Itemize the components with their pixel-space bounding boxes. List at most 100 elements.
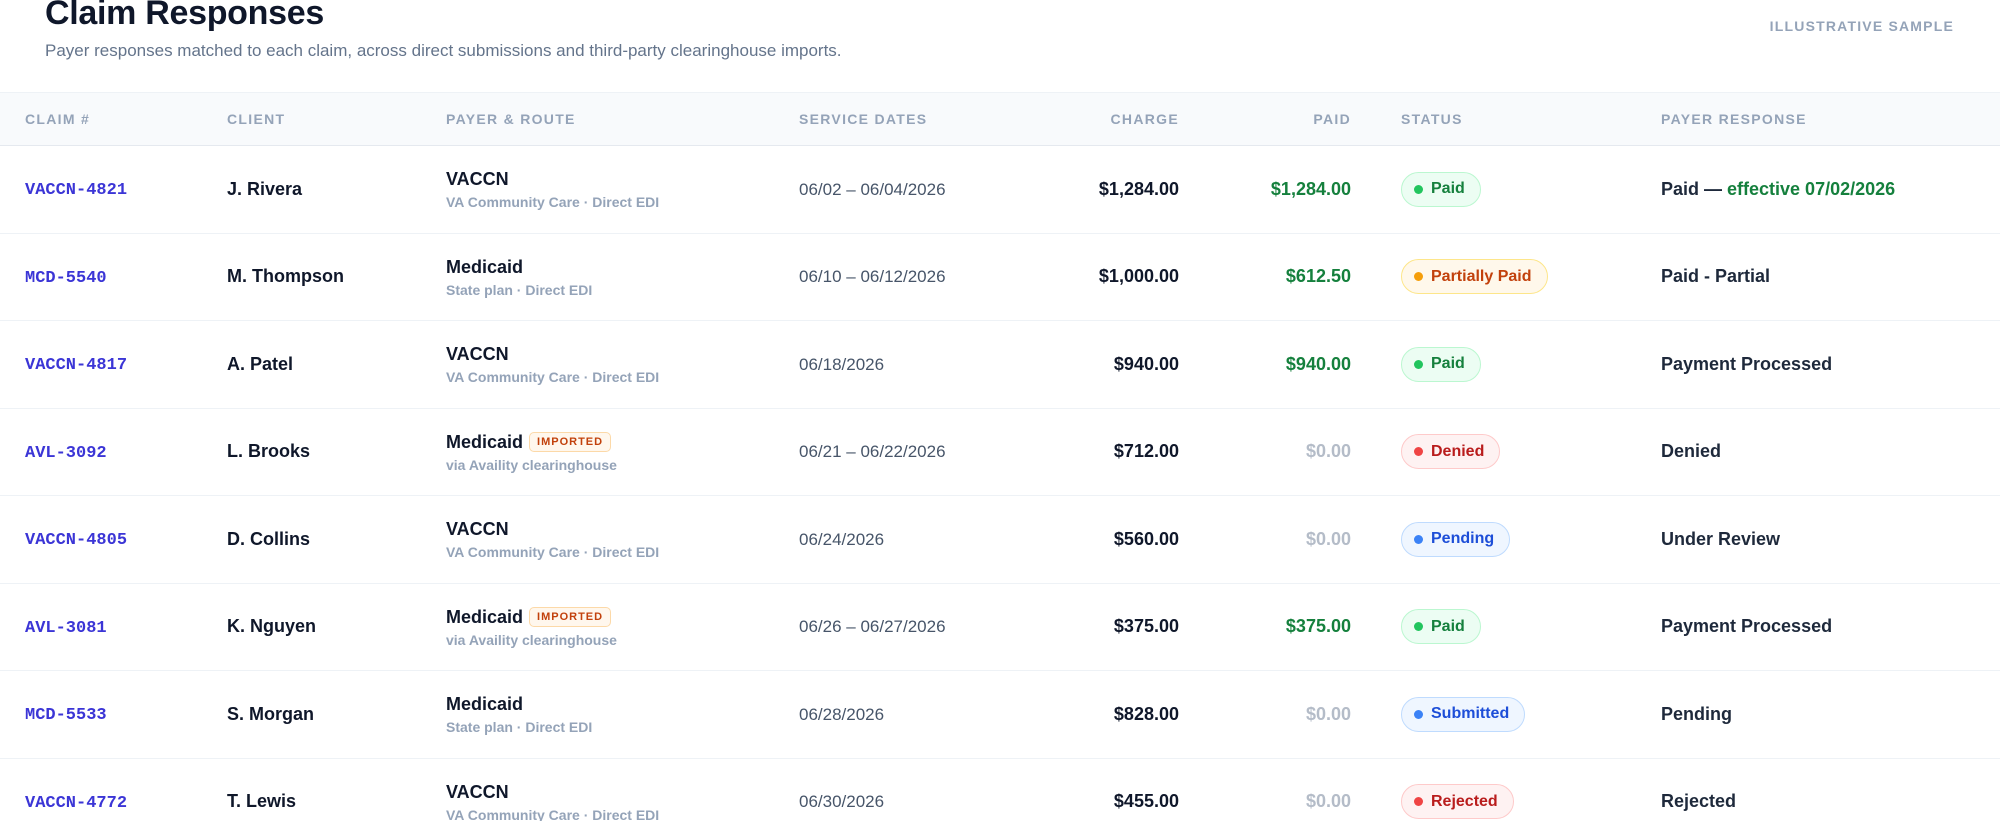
cell-claim: VACCN-4772 [0,758,227,821]
cell-client: T. Lewis [227,758,446,821]
cell-payer: VACCN VA Community Care · Direct EDI [446,758,799,821]
cell-charge: $375.00 [1049,583,1179,671]
status-label: Paid [1431,355,1465,373]
cell-claim: MCD-5533 [0,671,227,759]
imported-badge: IMPORTED [529,607,612,628]
service-dates: 06/26 – 06/27/2026 [799,617,946,637]
cell-service-dates: 06/21 – 06/22/2026 [799,408,1049,496]
status-label: Paid [1431,180,1465,198]
cell-status: Submitted [1401,671,1661,759]
payer-route: VA Community Care · Direct EDI [446,806,660,821]
cell-status: Paid [1401,583,1661,671]
payer-name: VACCN [446,781,509,802]
table-row[interactable]: MCD-5533 S. Morgan Medicaid State plan · Di… [0,671,2000,759]
cell-payer-response: Payment Processed [1661,321,2000,409]
cell-status: Paid [1401,321,1661,409]
cell-spacer [1351,146,1401,234]
cell-payer: Medicaid IMPORTED via Availity clearinghou… [446,408,799,496]
col-header-claim[interactable]: CLAIM # [0,93,227,146]
cell-client: J. Rivera [227,146,446,234]
status-dot-icon [1414,272,1423,282]
cell-client: A. Patel [227,321,446,409]
response-text: Rejected [1661,791,1737,812]
status-dot-icon [1414,184,1423,194]
cell-client: S. Morgan [227,671,446,759]
payer-response: Pending [1661,704,1732,724]
service-dates: 06/02 – 06/04/2026 [799,179,946,199]
payer-name: Medicaid [446,694,524,715]
cell-spacer [1351,671,1401,759]
status-badge: Paid [1401,346,1481,382]
cell-paid: $1,284.00 [1179,146,1351,234]
client-name: A. Patel [227,353,294,374]
table-row[interactable]: MCD-5540 M. Thompson Medicaid State plan · … [0,233,2000,321]
claim-link[interactable]: AVL-3092 [25,444,107,463]
cell-charge: $455.00 [1049,758,1179,821]
cell-payer: VACCN VA Community Care · Direct EDI [446,496,799,584]
table-row[interactable]: VACCN-4821 J. Rivera VACCN VA Community Car… [0,146,2000,234]
cell-service-dates: 06/10 – 06/12/2026 [799,233,1049,321]
service-dates: 06/30/2026 [799,792,885,812]
col-header-client[interactable]: CLIENT [227,93,446,146]
response-text: Denied [1661,441,1722,462]
paid-amount: $940.00 [1285,353,1351,374]
col-header-payer-response[interactable]: PAYER RESPONSE [1661,93,2000,146]
payer-response: Paid — effective 07/02/2026 [1661,179,1895,199]
table-row[interactable]: AVL-3081 K. Nguyen Medicaid IMPORTED via Ava… [0,583,2000,671]
claim-link[interactable]: VACCN-4772 [25,794,127,813]
table-row[interactable]: AVL-3092 L. Brooks Medicaid IMPORTED via Ava… [0,408,2000,496]
cell-status: Rejected [1401,758,1661,821]
status-dot-icon [1414,797,1423,807]
status-label: Partially Paid [1431,267,1532,285]
claim-link[interactable]: VACCN-4805 [25,531,127,550]
col-header-service-dates[interactable]: SERVICE DATES [799,93,1049,146]
page-header: Claim Responses Payer responses matched … [0,0,2000,92]
table-row[interactable]: VACCN-4772 T. Lewis VACCN VA Community Care… [0,758,2000,821]
status-dot-icon [1414,622,1423,632]
claim-link[interactable]: MCD-5540 [25,269,107,288]
paid-amount: $0.00 [1305,703,1351,724]
client-name: S. Morgan [227,703,315,724]
col-header-paid[interactable]: PAID [1179,93,1351,146]
claim-link[interactable]: VACCN-4817 [25,356,127,375]
claim-link[interactable]: AVL-3081 [25,619,107,638]
charge-amount: $712.00 [1113,441,1179,462]
sample-label: ILLUSTRATIVE SAMPLE [1769,18,1954,34]
claim-link[interactable]: VACCN-4821 [25,181,127,200]
cell-paid: $940.00 [1179,321,1351,409]
payer-response: Paid - Partial [1661,266,1770,286]
paid-amount: $375.00 [1285,616,1351,637]
cell-spacer [1351,496,1401,584]
service-dates: 06/24/2026 [799,529,885,549]
status-badge: Partially Paid [1401,259,1548,295]
charge-amount: $455.00 [1113,791,1179,812]
col-header-payer[interactable]: PAYER & ROUTE [446,93,799,146]
cell-service-dates: 06/18/2026 [799,321,1049,409]
cell-payer: VACCN VA Community Care · Direct EDI [446,321,799,409]
status-label: Denied [1431,442,1485,460]
cell-spacer [1351,758,1401,821]
cell-payer-response: Payment Processed [1661,583,2000,671]
claim-link[interactable]: MCD-5533 [25,706,107,725]
cell-charge: $560.00 [1049,496,1179,584]
col-header-charge[interactable]: CHARGE [1049,93,1179,146]
cell-claim: VACCN-4805 [0,496,227,584]
cell-paid: $0.00 [1179,758,1351,821]
paid-amount: $0.00 [1305,441,1351,462]
table-row[interactable]: VACCN-4817 A. Patel VACCN VA Community Care… [0,321,2000,409]
paid-amount: $0.00 [1305,528,1351,549]
table-row[interactable]: VACCN-4805 D. Collins VACCN VA Community Ca… [0,496,2000,584]
cell-charge: $828.00 [1049,671,1179,759]
client-name: K. Nguyen [227,616,317,637]
cell-payer: VACCN VA Community Care · Direct EDI [446,146,799,234]
payer-route: State plan · Direct EDI [446,281,593,298]
response-text: Under Review [1661,528,1781,549]
cell-charge: $1,000.00 [1049,233,1179,321]
cell-payer: Medicaid State plan · Direct EDI [446,233,799,321]
cell-service-dates: 06/24/2026 [799,496,1049,584]
col-header-status[interactable]: STATUS [1401,93,1661,146]
client-name: L. Brooks [227,441,311,462]
cell-payer-response: Rejected [1661,758,2000,821]
imported-badge: IMPORTED [529,432,612,453]
service-dates: 06/28/2026 [799,704,885,724]
